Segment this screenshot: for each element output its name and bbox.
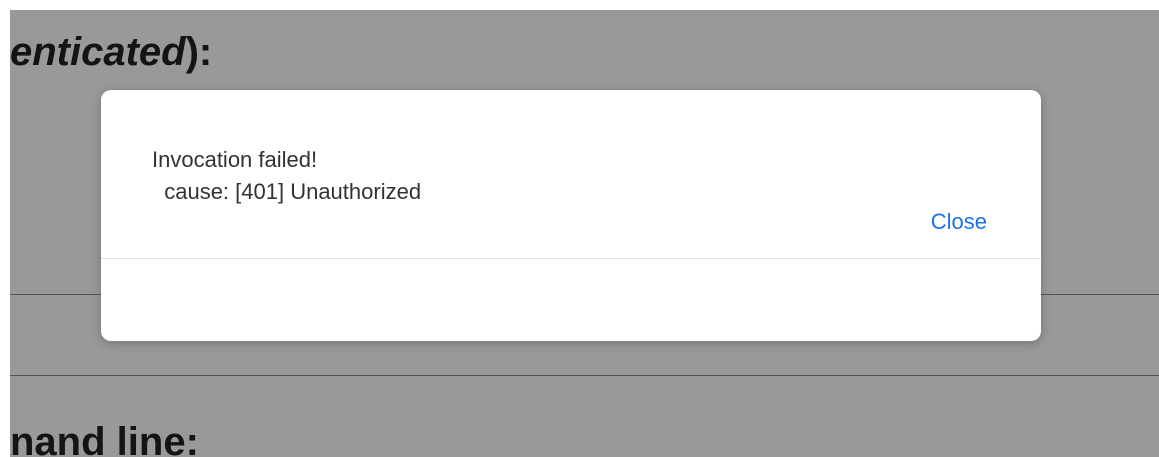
screen: enticated): nand line: Invocation failed… <box>0 0 1159 457</box>
error-message: Invocation failed! cause: [401] Unauthor… <box>152 147 422 204</box>
dialog-body: Invocation failed! cause: [401] Unauthor… <box>101 90 1041 258</box>
error-dialog: Invocation failed! cause: [401] Unauthor… <box>101 90 1041 341</box>
left-edge-strip <box>0 0 10 457</box>
close-button[interactable]: Close <box>931 206 987 238</box>
dialog-footer <box>101 259 1041 341</box>
